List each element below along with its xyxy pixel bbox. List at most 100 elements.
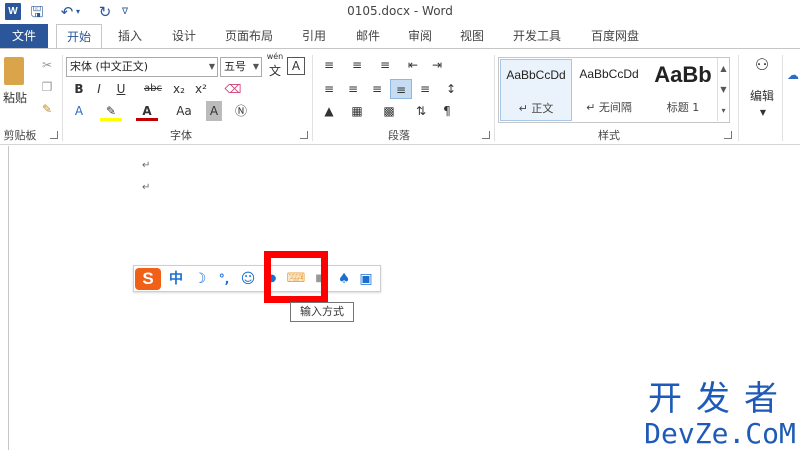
ribbon: 粘贴 ✂ ❐ ✎ 剪贴板 宋体 (中文正文) ▼ 五号 ▼ wén 文 A B … <box>0 48 800 145</box>
chevron-down-icon[interactable]: ▼ <box>253 58 259 76</box>
editing-button[interactable]: 编辑 <box>748 87 776 104</box>
align-left-icon[interactable]: ≡ <box>318 79 340 99</box>
ime-emoji-icon[interactable]: ☺ <box>238 268 258 290</box>
style-name: ↵ 正文 <box>518 102 554 115</box>
enclose-border-icon[interactable]: A <box>287 57 305 75</box>
group-separator <box>312 55 313 141</box>
shading-icon[interactable]: ▲ <box>318 101 340 121</box>
window-title: 0105.docx - Word <box>347 4 453 18</box>
bullets-icon[interactable]: ≡ <box>318 55 340 75</box>
watermark-en: DevZe.CoM <box>644 417 796 450</box>
chevron-down-icon[interactable]: ▼ <box>752 103 774 123</box>
tab-references[interactable]: 引用 <box>292 24 336 48</box>
gallery-up-icon[interactable]: ▲ <box>717 58 729 79</box>
show-marks-icon[interactable]: ¶ <box>436 101 458 121</box>
tab-design[interactable]: 设计 <box>162 24 206 48</box>
ime-tooltip: 输入方式 <box>290 302 354 322</box>
styles-launcher-icon[interactable] <box>724 131 732 139</box>
change-case-icon[interactable]: Aa <box>170 101 198 121</box>
format-painter-icon[interactable]: ✎ <box>36 99 58 119</box>
paragraph-launcher-icon[interactable] <box>482 131 490 139</box>
ime-menu-icon[interactable]: ▣ <box>356 268 376 290</box>
tab-review[interactable]: 审阅 <box>398 24 442 48</box>
font-launcher-icon[interactable] <box>300 131 308 139</box>
font-color-icon[interactable]: A <box>136 101 158 121</box>
paste-button[interactable]: 粘贴 <box>2 89 28 106</box>
save-to-baidu-icon[interactable]: ☁ <box>786 65 800 85</box>
font-name-combo[interactable]: 宋体 (中文正文) ▼ <box>66 57 218 77</box>
text-effects-icon[interactable]: A <box>68 101 90 121</box>
title-bar: W 🖫 ↶ ▾ ↻ ∇ 0105.docx - Word <box>0 0 800 24</box>
group-label-font: 字体 <box>170 129 192 142</box>
multilevel-list-icon[interactable]: ≡ <box>374 55 396 75</box>
group-separator <box>738 55 739 141</box>
justify-icon[interactable]: ≡ <box>390 79 412 99</box>
tab-file[interactable]: 文件 <box>0 24 48 48</box>
sogou-logo-icon[interactable]: S <box>135 268 161 290</box>
underline-icon[interactable]: U <box>110 79 132 99</box>
tab-mailings[interactable]: 邮件 <box>346 24 390 48</box>
group-label-paragraph: 段落 <box>388 129 410 142</box>
borders-icon[interactable]: ▦ <box>346 101 368 121</box>
character-shading-icon[interactable]: A <box>206 101 222 121</box>
style-normal[interactable]: AaBbCcDd ↵ 正文 <box>500 59 572 121</box>
ime-toolbar[interactable]: S 中 ☽ °, ☺ ● ⌨ ■ ♠ ▣ <box>133 265 381 292</box>
italic-icon[interactable]: I <box>88 79 110 99</box>
clipboard-launcher-icon[interactable] <box>50 131 58 139</box>
superscript-icon[interactable]: x² <box>190 79 212 99</box>
highlight-icon[interactable]: ✎ <box>100 101 122 121</box>
increase-indent-icon[interactable]: ⇥ <box>426 55 448 75</box>
highlight-box <box>264 251 328 303</box>
clear-formatting-icon[interactable]: ⌫ <box>222 79 244 99</box>
tab-home[interactable]: 开始 <box>56 24 102 49</box>
tab-view[interactable]: 视图 <box>450 24 494 48</box>
style-sample: AaBb <box>654 62 712 87</box>
line-spacing-icon[interactable]: ↕ <box>440 79 462 99</box>
chinese-layout-icon[interactable]: ▩ <box>378 101 400 121</box>
paste-icon[interactable] <box>4 57 24 85</box>
style-sample: AaBbCcDd <box>579 67 639 81</box>
group-separator <box>62 55 63 141</box>
chevron-down-icon[interactable]: ▼ <box>209 58 215 76</box>
sort-icon[interactable]: ⇅ <box>410 101 432 121</box>
paragraph-mark: ↵ <box>142 160 151 171</box>
tab-baidu-netdisk[interactable]: 百度网盘 <box>582 24 648 48</box>
style-name: ↵ 无间隔 <box>586 101 632 114</box>
enclose-characters-icon[interactable]: Ⓝ <box>230 101 252 121</box>
gallery-more-icon[interactable]: ▾ <box>717 100 729 121</box>
style-no-spacing[interactable]: AaBbCcDd ↵ 无间隔 <box>574 59 646 121</box>
ime-chinese-mode-button[interactable]: 中 <box>166 268 186 290</box>
ime-punctuation-icon[interactable]: °, <box>214 268 234 290</box>
ime-half-width-icon[interactable]: ☽ <box>190 268 210 290</box>
cut-icon[interactable]: ✂ <box>36 55 58 75</box>
paragraph-mark: ↵ <box>142 182 151 193</box>
numbering-icon[interactable]: ≡ <box>346 55 368 75</box>
group-separator <box>782 55 783 141</box>
tab-insert[interactable]: 插入 <box>108 24 152 48</box>
gallery-down-icon[interactable]: ▼ <box>717 79 729 100</box>
align-right-icon[interactable]: ≡ <box>366 79 388 99</box>
group-label-styles: 样式 <box>598 129 620 142</box>
font-size-combo[interactable]: 五号 ▼ <box>220 57 262 77</box>
font-name-value: 宋体 (中文正文) <box>70 60 149 73</box>
subscript-icon[interactable]: x₂ <box>168 79 190 99</box>
distributed-icon[interactable]: ≡ <box>414 79 436 99</box>
bold-icon[interactable]: B <box>68 79 90 99</box>
watermark-cn: 开发者 <box>648 379 792 419</box>
group-separator <box>494 55 495 141</box>
ime-skin-icon[interactable]: ♠ <box>334 268 354 290</box>
phonetic-guide-icon[interactable]: 文 <box>264 61 286 81</box>
font-size-value: 五号 <box>224 60 246 73</box>
style-heading-1[interactable]: AaBb 标题 1 <box>648 59 716 121</box>
decrease-indent-icon[interactable]: ⇤ <box>402 55 424 75</box>
align-center-icon[interactable]: ≡ <box>342 79 364 99</box>
styles-gallery: AaBbCcDd ↵ 正文 AaBbCcDd ↵ 无间隔 AaBb 标题 1 ▲… <box>498 57 730 123</box>
binoculars-icon[interactable]: ⚇ <box>750 55 774 79</box>
tab-developer[interactable]: 开发工具 <box>504 24 570 48</box>
style-sample: AaBbCcDd <box>506 68 566 82</box>
style-name: 标题 1 <box>666 101 700 114</box>
copy-icon[interactable]: ❐ <box>36 77 58 97</box>
tab-page-layout[interactable]: 页面布局 <box>218 24 280 48</box>
group-label-clipboard: 剪贴板 <box>3 129 37 142</box>
strikethrough-icon[interactable]: abc <box>142 79 164 99</box>
